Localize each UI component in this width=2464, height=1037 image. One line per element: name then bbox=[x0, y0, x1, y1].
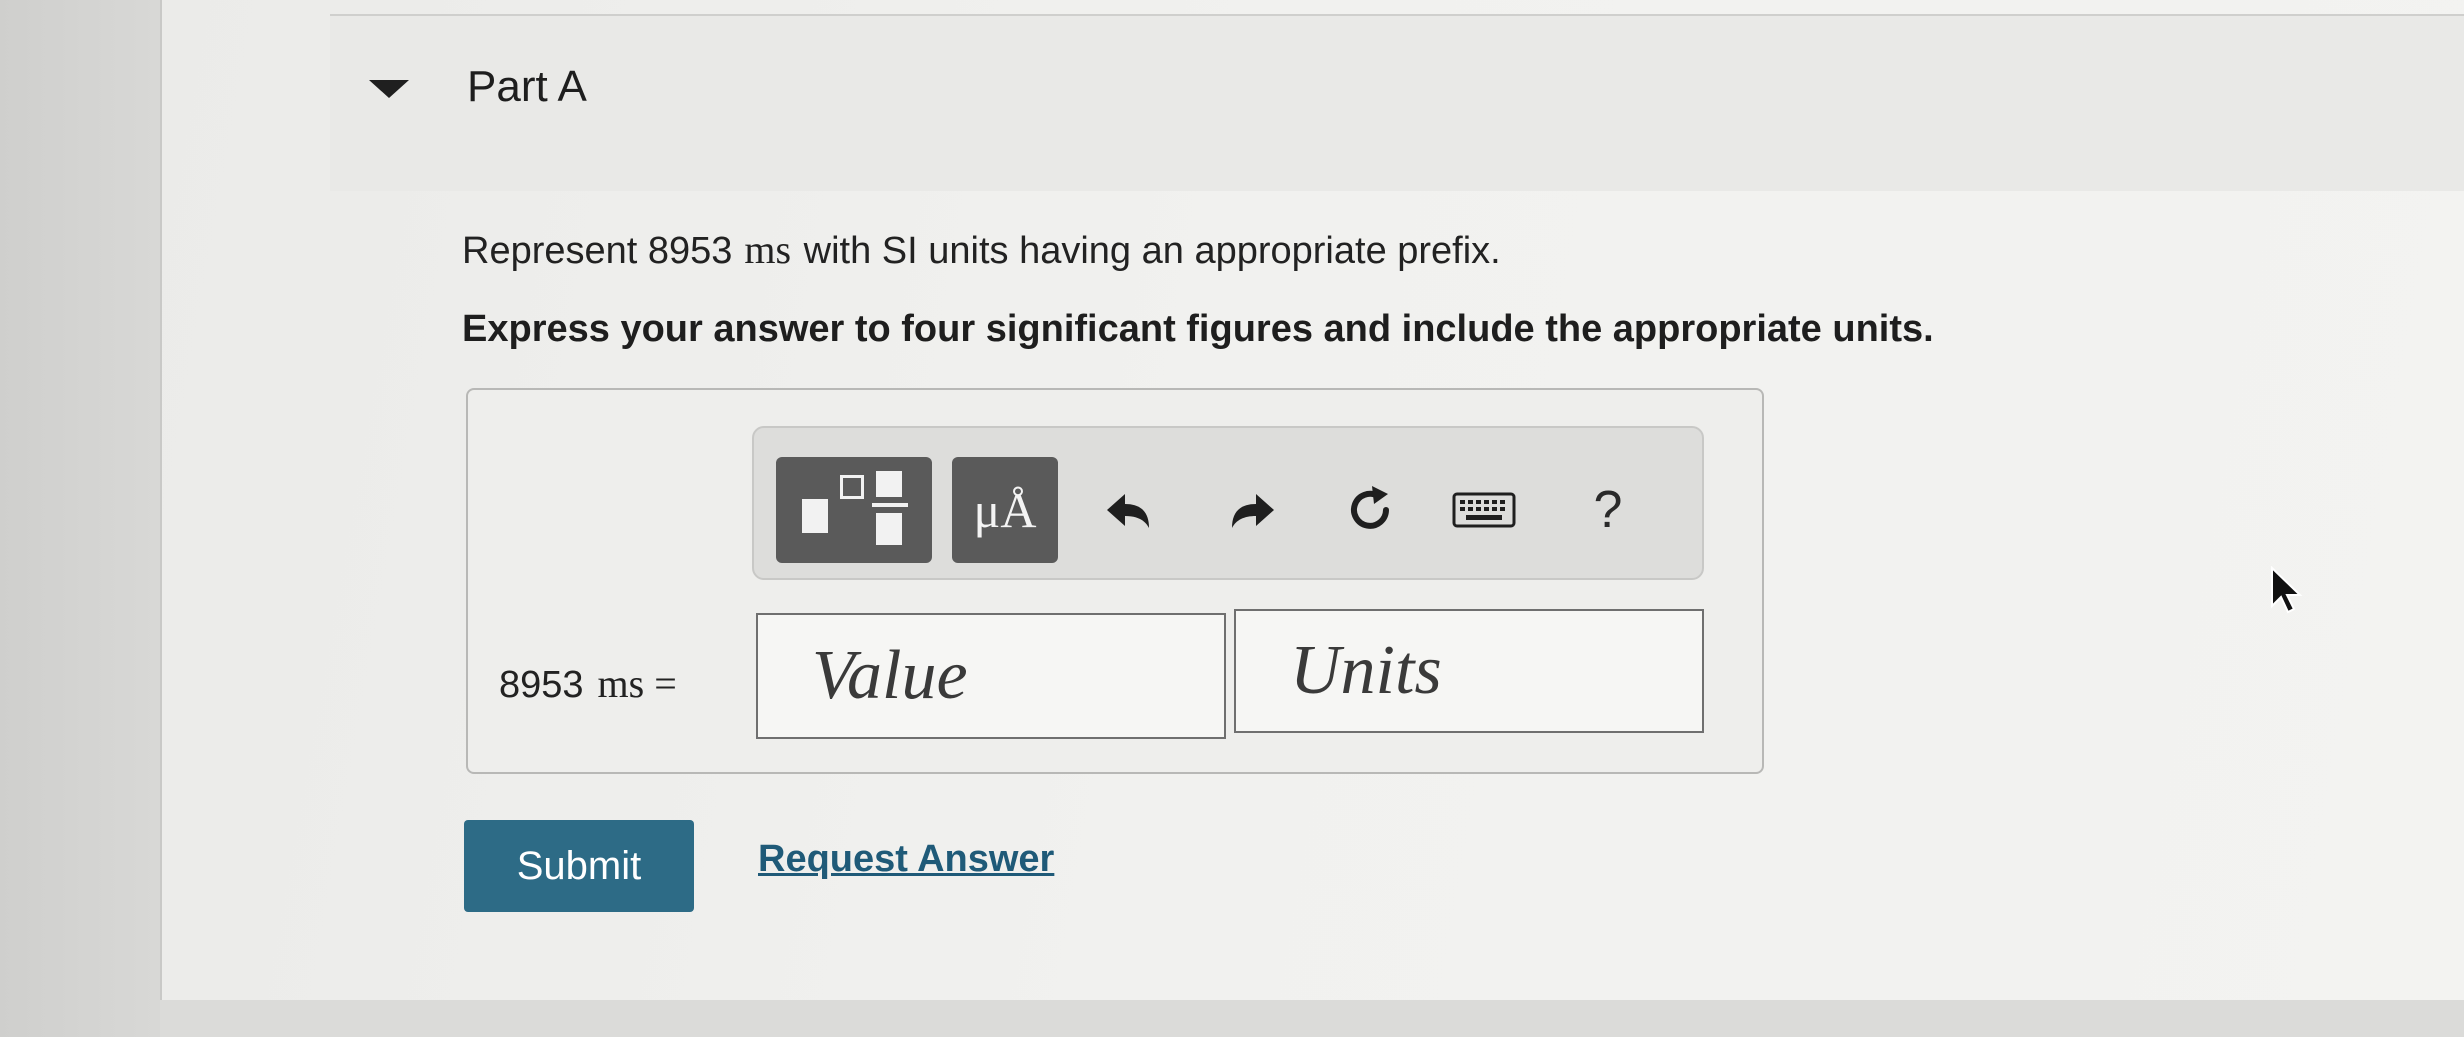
value-input[interactable] bbox=[756, 613, 1226, 739]
keyboard-icon[interactable] bbox=[1450, 476, 1518, 544]
redo-icon[interactable] bbox=[1218, 476, 1286, 544]
units-input[interactable] bbox=[1234, 609, 1704, 733]
reset-icon[interactable] bbox=[1336, 476, 1404, 544]
prompt-unit: ms bbox=[744, 227, 792, 272]
part-header bbox=[330, 16, 2464, 191]
templates-button[interactable] bbox=[776, 457, 932, 563]
divider bbox=[330, 14, 2464, 16]
question-prompt: Represent 8953 ms with SI units having an… bbox=[462, 226, 1501, 273]
equation-lhs: 8953 ms = bbox=[499, 660, 677, 707]
part-title: Part A bbox=[467, 62, 587, 111]
answer-instruction: Express your answer to four significant … bbox=[462, 308, 1934, 350]
prompt-text-end: with SI units having an appropriate pref… bbox=[803, 230, 1501, 272]
lhs-unit: ms = bbox=[597, 661, 677, 706]
page-gutter bbox=[0, 0, 160, 1037]
caret-down-icon[interactable] bbox=[369, 80, 409, 98]
help-button[interactable]: ? bbox=[1574, 476, 1642, 544]
units-button[interactable]: μÅ bbox=[952, 457, 1058, 563]
request-answer-link[interactable]: Request Answer bbox=[758, 838, 1054, 881]
submit-button[interactable]: Submit bbox=[464, 820, 694, 912]
prompt-text-start: Represent 8953 bbox=[462, 230, 733, 272]
mouse-pointer-icon bbox=[2268, 565, 2308, 616]
undo-icon[interactable] bbox=[1095, 476, 1163, 544]
lhs-value: 8953 bbox=[499, 664, 584, 706]
page-footer-strip bbox=[160, 1000, 2464, 1037]
